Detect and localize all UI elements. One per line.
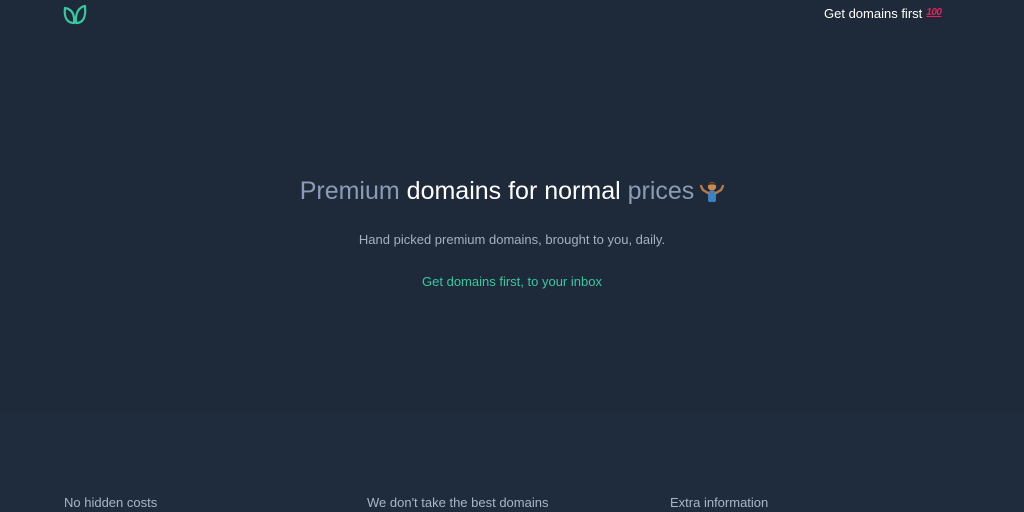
headline-part-domains: domains for normal [406, 177, 621, 205]
features-section: No hidden costs We don't take the best d… [0, 413, 1024, 512]
feature-title-best-domains: We don't take the best domains [367, 495, 549, 510]
feature-title-extra-information: Extra information [670, 495, 769, 510]
hero-subtitle: Hand picked premium domains, brought to … [358, 232, 666, 247]
person-shrugging-icon [700, 182, 725, 202]
hundred-points-icon: 100 [926, 7, 942, 18]
leaf-sprout-icon[interactable] [63, 4, 87, 25]
get-domains-first-link[interactable]: Get domains first 100 [824, 6, 942, 22]
hero-section: Premium domains for normal prices Hand p… [0, 170, 1024, 292]
landing-page: Get domains first 100 Premium domains fo… [0, 0, 1024, 512]
inbox-signup-link[interactable]: Get domains first, to your inbox [422, 272, 602, 292]
headline-part-prices: prices [620, 177, 695, 205]
headline-part-premium: Premium [299, 177, 407, 205]
feature-title-no-hidden-costs: No hidden costs [64, 495, 158, 510]
nav-cta-label: Get domains first [824, 6, 923, 21]
top-navigation: Get domains first 100 [0, 0, 1024, 30]
hero-headline: Premium domains for normal prices [0, 170, 1024, 212]
